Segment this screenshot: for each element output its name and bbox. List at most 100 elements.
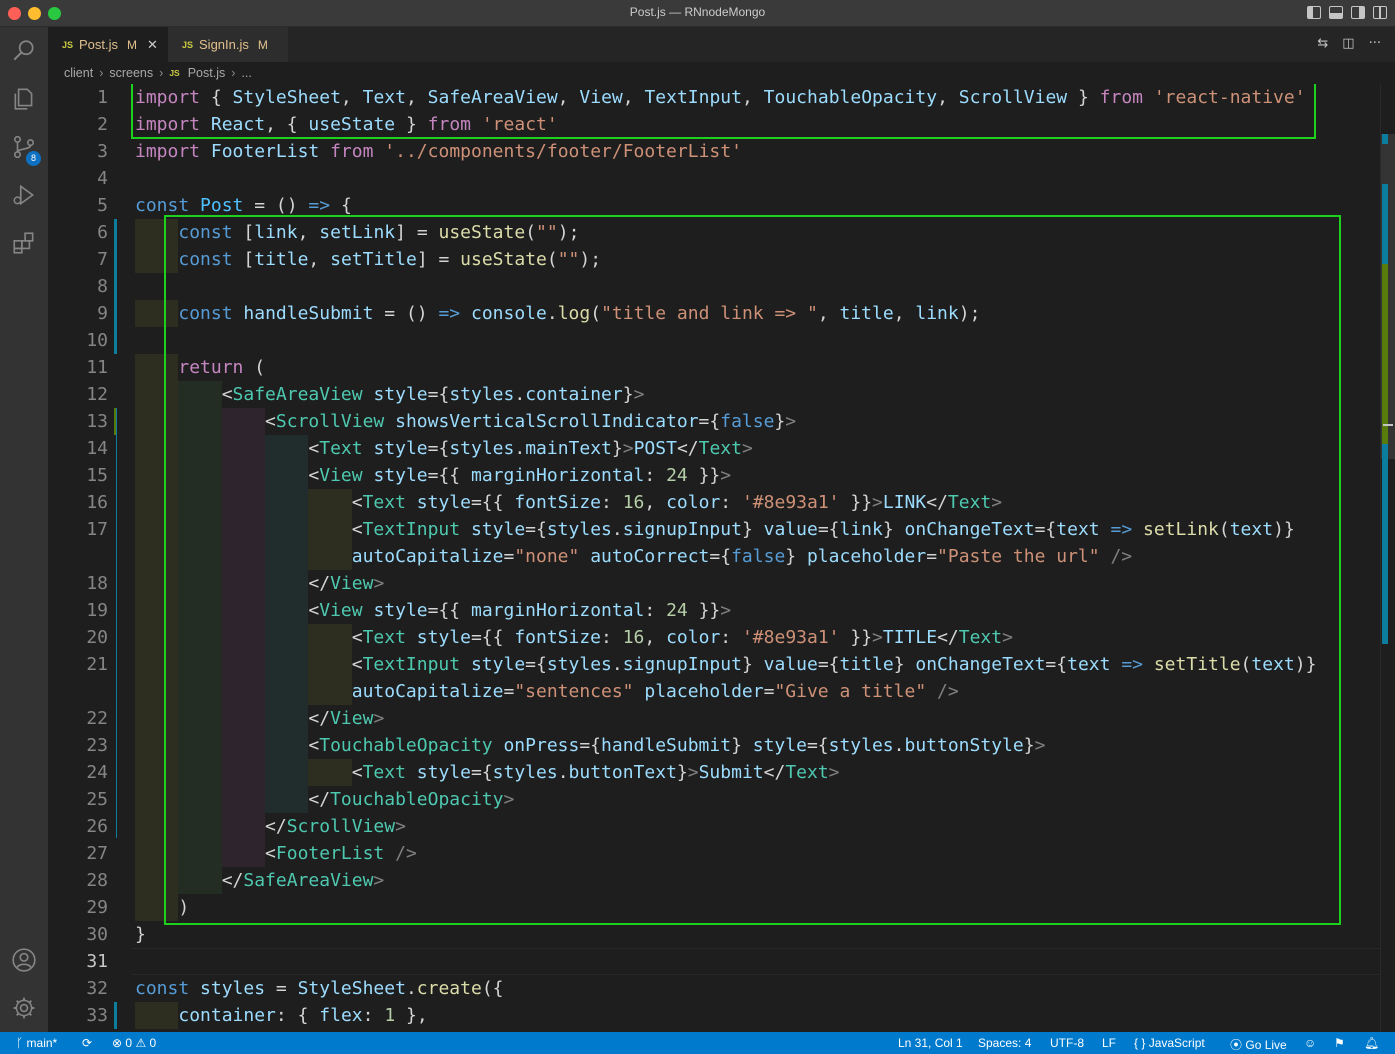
- status-branch[interactable]: ᚴ main*: [16, 1036, 57, 1050]
- tab-label: SignIn.js: [199, 37, 249, 52]
- more-actions-icon[interactable]: ···: [1369, 36, 1381, 51]
- explorer-icon: [14, 88, 33, 110]
- activity-accounts[interactable]: [0, 936, 48, 984]
- line-number: 29: [86, 897, 108, 918]
- line-number: 13: [86, 411, 108, 432]
- line-number: 25: [86, 789, 108, 810]
- line-number: 16: [86, 492, 108, 513]
- status-bar: ᚴ main* ⟳ ⊗ 0 ⚠ 0 Ln 31, Col 1 Spaces: 4…: [0, 1032, 1395, 1054]
- manage-gear-icon: [13, 997, 35, 1019]
- feedback-icon[interactable]: ⚑: [1334, 1036, 1345, 1050]
- line-number: 8: [97, 276, 108, 297]
- broadcast-icon: ⦿: [1230, 1038, 1243, 1052]
- code-line[interactable]: 31: [48, 948, 1380, 975]
- code-line[interactable]: 33 container: { flex: 1 },: [48, 1002, 1380, 1029]
- source-control-badge: 8: [26, 151, 41, 166]
- annotation-box-imports: [131, 84, 1316, 139]
- breadcrumb-symbols[interactable]: ...: [241, 66, 251, 80]
- status-indentation[interactable]: Spaces: 4: [978, 1036, 1031, 1050]
- notifications-bell-icon[interactable]: 🔔︎: [1364, 1036, 1379, 1050]
- line-number: 10: [86, 330, 108, 351]
- toggle-panel-icon[interactable]: [1329, 6, 1343, 19]
- code-text: }: [135, 924, 146, 945]
- tab-signin-js[interactable]: JS SignIn.js M: [168, 27, 288, 62]
- language-label: JavaScript: [1148, 1036, 1205, 1050]
- tab-modified-indicator: M: [257, 37, 268, 52]
- line-number: 11: [86, 357, 108, 378]
- breadcrumb-file[interactable]: Post.js: [188, 66, 226, 80]
- line-number: 12: [86, 384, 108, 405]
- overview-ruler-modified: [1382, 444, 1388, 644]
- tab-modified-indicator: M: [127, 37, 138, 52]
- line-number: 3: [97, 141, 108, 162]
- title-bar: Post.js — RNnodeMongo: [0, 0, 1395, 27]
- activity-extensions[interactable]: [0, 219, 48, 267]
- split-editor-icon[interactable]: ◫: [1342, 36, 1354, 51]
- breadcrumb-folder-screens[interactable]: screens: [109, 66, 153, 80]
- line-number: 9: [97, 303, 108, 324]
- activity-search[interactable]: [0, 27, 48, 75]
- line-number: 20: [86, 627, 108, 648]
- line-number: 5: [97, 195, 108, 216]
- close-icon[interactable]: ✕: [147, 37, 158, 53]
- git-branch-icon: ᚴ: [16, 1036, 24, 1050]
- copilot-icon[interactable]: ☺: [1304, 1036, 1316, 1050]
- extensions-icon: [13, 232, 34, 254]
- chevron-right-icon: ›: [99, 66, 104, 80]
- status-encoding[interactable]: UTF-8: [1050, 1036, 1084, 1050]
- activity-manage[interactable]: [0, 984, 48, 1032]
- overview-ruler-added: [1382, 264, 1388, 444]
- line-number: 4: [97, 168, 108, 189]
- line-number: 22: [86, 708, 108, 729]
- editor-scrollbar[interactable]: [1380, 84, 1395, 1032]
- code-line[interactable]: 4: [48, 165, 1380, 192]
- activity-run-debug[interactable]: [0, 171, 48, 219]
- error-icon: ⊗: [112, 1036, 123, 1050]
- overview-ruler-modified: [1382, 184, 1388, 264]
- code-editor[interactable]: 1 import { StyleSheet, Text, SafeAreaView…: [48, 84, 1380, 1032]
- line-number: 33: [86, 1005, 108, 1026]
- javascript-file-icon: JS: [182, 39, 194, 50]
- customize-layout-icon[interactable]: [1373, 6, 1387, 19]
- code-text: const styles = StyleSheet.create({: [135, 978, 504, 999]
- toggle-primary-sidebar-icon[interactable]: [1307, 6, 1321, 19]
- line-number: 26: [86, 816, 108, 837]
- code-text: container: { flex: 1 },: [178, 1005, 428, 1026]
- status-problems[interactable]: ⊗ 0 ⚠ 0: [112, 1036, 156, 1050]
- search-icon: [13, 40, 34, 61]
- line-number: 19: [86, 600, 108, 621]
- line-number: 17: [86, 519, 108, 540]
- code-line[interactable]: 3 import FooterList from '../components/f…: [48, 138, 1380, 165]
- status-language[interactable]: { } JavaScript: [1134, 1036, 1205, 1050]
- status-go-live[interactable]: ⦿ Go Live: [1230, 1036, 1287, 1053]
- line-number: 15: [86, 465, 108, 486]
- go-live-label: Go Live: [1245, 1038, 1287, 1052]
- activity-source-control[interactable]: 8: [0, 123, 48, 171]
- line-number: 30: [86, 924, 108, 945]
- overview-ruler-cursor: [1383, 424, 1393, 426]
- chevron-right-icon: ›: [159, 66, 164, 80]
- line-number: 21: [86, 654, 108, 675]
- open-changes-icon[interactable]: ⇆: [1317, 36, 1328, 51]
- line-number: 32: [86, 978, 108, 999]
- run-debug-icon: [13, 184, 35, 206]
- breadcrumb-folder-client[interactable]: client: [64, 66, 93, 80]
- toggle-secondary-sidebar-icon[interactable]: [1351, 6, 1365, 19]
- line-number: 1: [97, 87, 108, 108]
- status-eol[interactable]: LF: [1102, 1036, 1116, 1050]
- line-number: 6: [97, 222, 108, 243]
- error-count: 0: [125, 1036, 133, 1050]
- layout-controls: [1307, 6, 1387, 19]
- status-cursor-position[interactable]: Ln 31, Col 1: [898, 1036, 963, 1050]
- line-number: 18: [86, 573, 108, 594]
- line-number: 28: [86, 870, 108, 891]
- breadcrumb: client › screens › JS Post.js › ...: [48, 62, 1395, 84]
- activity-explorer[interactable]: [0, 75, 48, 123]
- warning-icon: ⚠: [135, 1036, 147, 1050]
- tab-post-js[interactable]: JS Post.js M ✕: [48, 27, 168, 62]
- warning-count: 0: [149, 1036, 157, 1050]
- chevron-right-icon: ›: [231, 66, 236, 80]
- sync-icon[interactable]: ⟳: [82, 1036, 92, 1050]
- code-line[interactable]: 30}: [48, 921, 1380, 948]
- code-line[interactable]: 32 const styles = StyleSheet.create({: [48, 975, 1380, 1002]
